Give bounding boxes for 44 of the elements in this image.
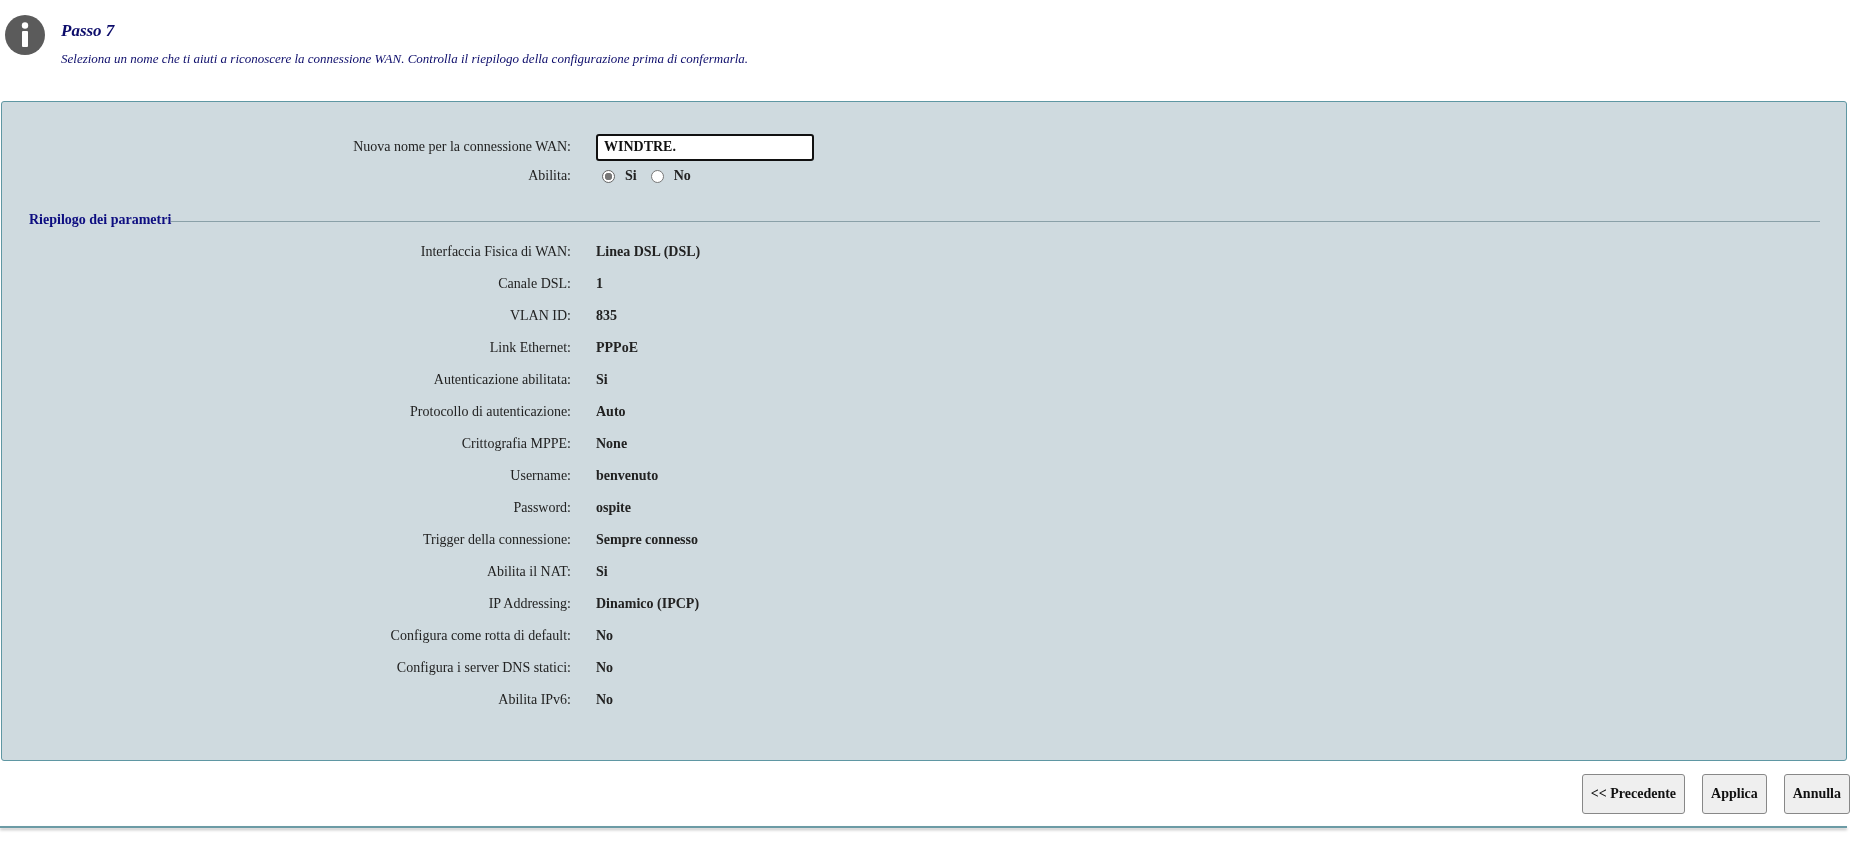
- parameter-value: Linea DSL (DSL): [596, 244, 701, 260]
- parameter-label: IP Addressing:: [487, 596, 571, 612]
- parameter-value: Si: [596, 372, 608, 388]
- parameter-label: Link Ethernet:: [488, 340, 571, 356]
- parameter-value: No: [596, 628, 614, 644]
- step-title: Passo 7: [61, 21, 116, 41]
- radio-button[interactable]: [650, 169, 664, 183]
- step-description: Seleziona un nome che ti aiuti a riconoscere la connessione WAN. Controlla il riepilogo della configurazione prima di confermarla.: [61, 51, 749, 67]
- parameter-label: VLAN ID:: [508, 308, 571, 324]
- parameter-label: Trigger della connessione:: [422, 532, 571, 548]
- parameter-value: No: [596, 660, 614, 676]
- parameter-label: Interfaccia Fisica di WAN:: [419, 244, 571, 260]
- parameter-value: Si: [596, 564, 608, 580]
- parameter-value: ospite: [596, 500, 631, 516]
- field-label: Abilita:: [527, 168, 571, 184]
- section-title: Riepilogo dei parametri: [29, 212, 172, 228]
- parameter-value: Sempre connesso: [596, 532, 699, 548]
- radio-label: Si: [625, 168, 637, 184]
- parameter-label: Protocollo di autenticazione:: [409, 404, 571, 420]
- wizard-button[interactable]: Annulla: [1783, 774, 1850, 814]
- field-label: Nuova nome per la connessione WAN:: [352, 139, 571, 155]
- parameter-value: Dinamico (IPCP): [596, 596, 700, 612]
- parameter-label: Crittografia MPPE:: [460, 436, 571, 452]
- parameter-value: benvenuto: [596, 468, 659, 484]
- parameter-label: Configura i server DNS statici:: [395, 660, 571, 676]
- parameter-label: Password:: [512, 500, 571, 516]
- parameter-value: Auto: [596, 404, 626, 420]
- parameter-value: 1: [596, 276, 603, 292]
- wizard-button[interactable]: Applica: [1702, 774, 1767, 814]
- radio-button[interactable]: [602, 169, 615, 183]
- parameter-label: Abilita il NAT:: [485, 564, 571, 580]
- radio-label: No: [673, 168, 691, 184]
- parameter-label: Autenticazione abilitata:: [432, 372, 571, 388]
- info-icon: [5, 15, 45, 55]
- parameter-value: No: [596, 692, 614, 708]
- parameter-label: Abilita IPv6:: [497, 692, 571, 708]
- connection-name-input[interactable]: WINDTRE.: [596, 133, 814, 161]
- parameter-label: Configura come rotta di default:: [389, 628, 571, 644]
- parameter-value: None: [596, 436, 628, 452]
- parameter-label: Username:: [509, 468, 571, 484]
- parameter-value: 835: [596, 308, 617, 324]
- parameter-label: Canale DSL:: [497, 276, 571, 292]
- parameter-value: PPPoE: [596, 340, 638, 356]
- wizard-button[interactable]: << Precedente: [1581, 774, 1686, 814]
